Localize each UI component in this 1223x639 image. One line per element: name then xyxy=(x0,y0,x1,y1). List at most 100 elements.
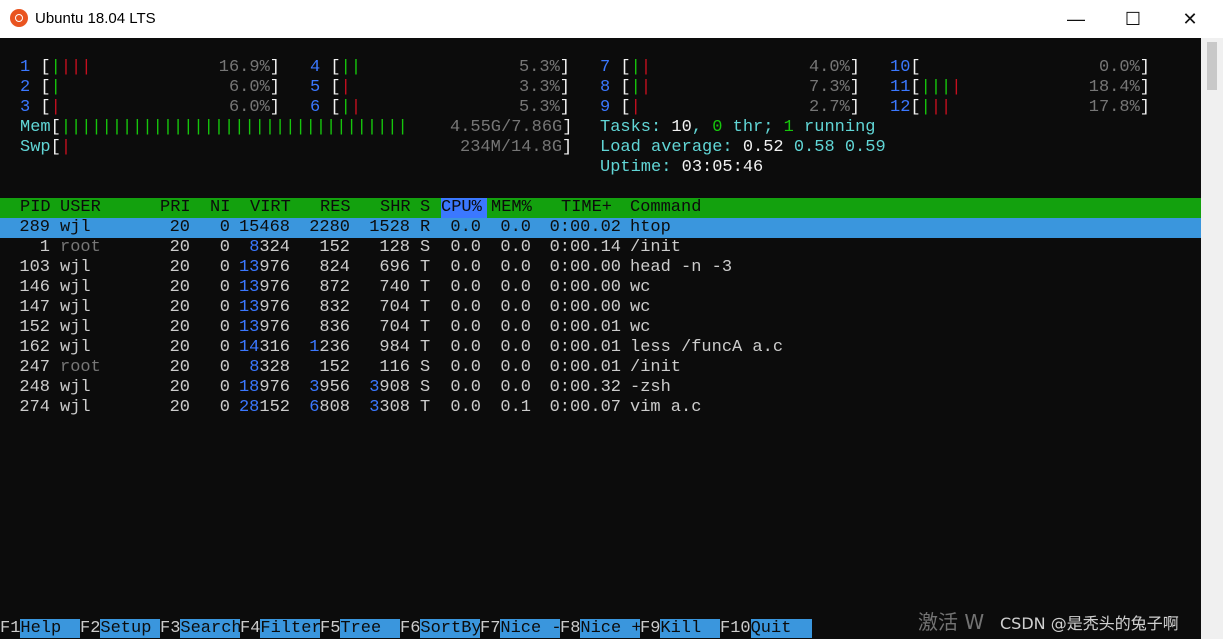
cpu-meter-3: 3 [| xyxy=(20,98,61,118)
cpu-meter-9: 9 [| xyxy=(600,98,641,118)
minimize-button[interactable]: — xyxy=(1049,0,1103,38)
fkey-label: Tree xyxy=(340,619,402,638)
fkey-f5[interactable]: F5Tree xyxy=(320,619,402,639)
maximize-button[interactable]: ☐ xyxy=(1106,0,1160,38)
cpu-number: 10 xyxy=(890,58,911,77)
cpu-meter-10: 10[ xyxy=(890,58,921,78)
cpu-bracket-close: ] xyxy=(1139,58,1150,77)
close-button[interactable]: ✕ xyxy=(1163,0,1217,38)
cpu-bar-tick: | xyxy=(920,78,931,97)
cpu-meter-11: 11[|||| xyxy=(890,78,961,98)
table-row[interactable] xyxy=(0,378,1201,398)
cpu-percent-1: 16.9%] xyxy=(219,58,280,78)
fkey-f4[interactable]: F4Filter xyxy=(240,619,322,639)
fkey-f6[interactable]: F6SortBy xyxy=(400,619,482,639)
cpu-percent-value: 17.8% xyxy=(1088,98,1140,117)
cpu-bar-tick: | xyxy=(81,58,92,77)
mem-meter: Mem[|||||||||||||||||||||||||||||||||| xyxy=(20,118,408,137)
fkey-f7[interactable]: F7Nice - xyxy=(480,619,562,639)
table-row[interactable] xyxy=(0,338,1201,358)
load-average-line: Load average: 0.52 0.58 0.59 xyxy=(600,138,886,157)
scrollbar[interactable] xyxy=(1201,38,1223,639)
cpu-bracket-close: ] xyxy=(269,58,280,77)
cpu-bracket-open: [ xyxy=(40,58,51,77)
fkey-f2[interactable]: F2Setup xyxy=(80,619,162,639)
cpu-number: 11 xyxy=(890,78,911,97)
running-count: 1 xyxy=(783,118,794,137)
column-header-cmd[interactable]: Command xyxy=(630,198,701,218)
fkey-f9[interactable]: F9Kill xyxy=(640,619,722,639)
cpu-percent-12: 17.8%] xyxy=(1089,98,1150,118)
fkey-key: F1 xyxy=(0,619,21,638)
column-header-virt[interactable]: VIRT xyxy=(250,198,291,218)
column-header-cpu[interactable]: CPU% xyxy=(441,198,482,218)
cpu-percent-value: 6.0% xyxy=(228,78,270,97)
fkey-f10[interactable]: F10Quit xyxy=(720,619,812,639)
cpu-bracket-close: ] xyxy=(559,78,570,97)
cpu-percent-9: 2.7%] xyxy=(809,98,860,118)
fkey-key: F6 xyxy=(400,619,421,638)
cpu-bracket-open: [ xyxy=(620,98,631,117)
cpu-percent-value: 5.3% xyxy=(518,98,560,117)
cpu-percent-4: 5.3%] xyxy=(519,58,570,78)
cpu-percent-value: 0.0% xyxy=(1098,58,1140,77)
column-header-user[interactable]: USER xyxy=(60,198,101,218)
cpu-bracket-open: [ xyxy=(910,78,921,97)
csdn-watermark: CSDN @是秃头的兔子啊 xyxy=(1000,614,1179,633)
swp-value: 234M/14.8G xyxy=(460,138,563,157)
fkey-key: F10 xyxy=(720,619,751,638)
cpu-percent-value: 6.0% xyxy=(228,98,270,117)
swp-label: Swp xyxy=(20,138,51,157)
cpu-percent-10: 0.0%] xyxy=(1099,58,1150,78)
cpu-number: 4 xyxy=(310,58,331,77)
cpu-number: 8 xyxy=(600,78,621,97)
cpu-bracket-close: ] xyxy=(1139,78,1150,97)
ubuntu-logo-icon xyxy=(10,9,28,27)
fkey-f3[interactable]: F3Search xyxy=(160,619,242,639)
column-header-time[interactable]: TIME+ xyxy=(561,198,612,218)
fkey-f8[interactable]: F8Nice + xyxy=(560,619,642,639)
cpu-bar-tick: | xyxy=(350,98,362,117)
fkey-label: Setup xyxy=(100,619,162,638)
cpu-bracket-open: [ xyxy=(40,98,51,117)
table-row[interactable] xyxy=(0,278,1201,298)
cpu-bar-tick: | xyxy=(640,58,652,77)
window-titlebar[interactable]: Ubuntu 18.04 LTS — ☐ ✕ xyxy=(0,0,1223,38)
fkey-f1[interactable]: F1Help xyxy=(0,619,82,639)
cpu-bar-tick: | xyxy=(951,78,962,97)
column-header-s[interactable]: S xyxy=(420,198,430,218)
cpu-bracket-open: [ xyxy=(40,78,51,97)
mem-label: Mem xyxy=(20,118,51,137)
table-row[interactable] xyxy=(0,258,1201,278)
column-header-pid[interactable]: PID xyxy=(20,198,51,218)
cpu-number: 1 xyxy=(20,58,41,77)
cpu-bar-tick: | xyxy=(920,98,931,117)
table-row[interactable] xyxy=(0,358,1201,378)
cpu-bar-tick: | xyxy=(941,78,952,97)
table-row[interactable] xyxy=(0,398,1201,418)
fkey-key: F3 xyxy=(160,619,181,638)
uptime-value: 03:05:46 xyxy=(681,158,764,177)
cpu-meter-1: 1 [|||| xyxy=(20,58,91,78)
cpu-number: 6 xyxy=(310,98,331,117)
scrollbar-thumb[interactable] xyxy=(1207,42,1217,90)
table-row-selected[interactable] xyxy=(0,218,1201,238)
cpu-percent-value: 7.3% xyxy=(808,78,850,97)
swp-meter: Swp[| xyxy=(20,138,72,157)
cpu-bracket-close: ] xyxy=(269,98,280,117)
cpu-bar-tick: | xyxy=(50,58,61,77)
fkey-label: SortBy xyxy=(420,619,482,638)
column-header-pri[interactable]: PRI xyxy=(160,198,191,218)
cpu-bracket-open: [ xyxy=(620,58,631,77)
table-row[interactable] xyxy=(0,298,1201,318)
fkey-key: F7 xyxy=(480,619,501,638)
table-row[interactable] xyxy=(0,318,1201,338)
column-header-ni[interactable]: NI xyxy=(210,198,230,218)
column-header-res[interactable]: RES xyxy=(320,198,351,218)
cpu-meter-4: 4 [|| xyxy=(310,58,361,78)
column-header-mem[interactable]: MEM% xyxy=(491,198,532,218)
cpu-bracket-close: ] xyxy=(559,98,570,117)
column-header-shr[interactable]: SHR xyxy=(380,198,411,218)
table-row[interactable] xyxy=(0,238,1201,258)
load-5: 0.58 xyxy=(793,138,835,157)
